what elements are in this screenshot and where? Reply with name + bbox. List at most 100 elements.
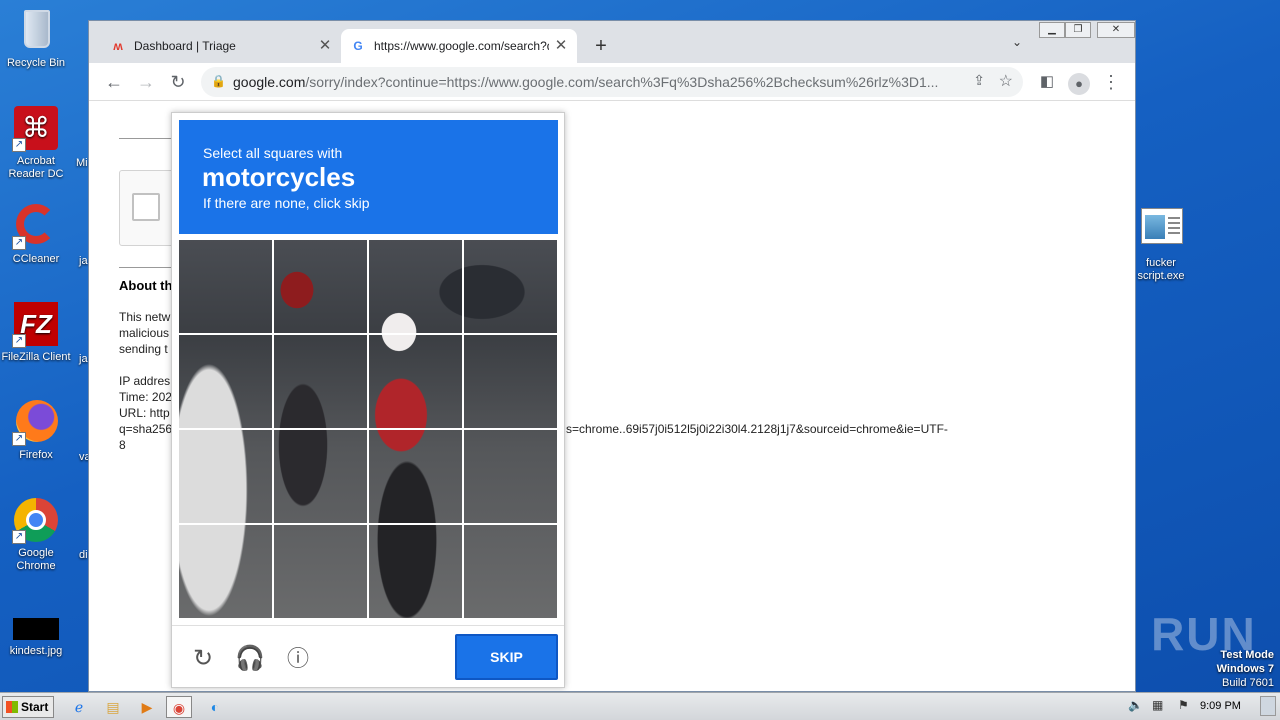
captcha-tile[interactable]	[464, 240, 558, 335]
divider	[119, 267, 171, 268]
url-host: google.com	[233, 74, 306, 90]
menu-kebab-icon[interactable]: ⋮	[1098, 69, 1124, 95]
reload-challenge-icon[interactable]: ↻	[188, 644, 218, 674]
windows-flag-icon	[6, 701, 18, 713]
tab-title: Dashboard | Triage	[134, 39, 236, 53]
captcha-footer: ↻ 🎧 ⓘ SKIP	[172, 625, 564, 687]
captcha-tile[interactable]	[369, 240, 464, 335]
captcha-tile[interactable]	[274, 335, 369, 430]
captcha-tile[interactable]	[464, 430, 558, 525]
captcha-header: Select all squares with motorcycles If t…	[179, 120, 558, 234]
filezilla-icon: FZ ↗	[12, 300, 60, 348]
divider	[119, 138, 171, 139]
recycle-bin-icon	[12, 6, 60, 54]
body-line: This netw	[119, 310, 171, 324]
edge-icon[interactable]: ◐	[202, 696, 228, 718]
file-explorer-icon[interactable]: ▤	[100, 696, 126, 718]
shortcut-arrow-icon: ↗	[12, 236, 26, 250]
captcha-tile[interactable]	[369, 525, 464, 619]
ccleaner-icon: ↗	[12, 202, 60, 250]
captcha-tile[interactable]	[464, 335, 558, 430]
google-icon: G	[353, 39, 363, 53]
body-line: malicious	[119, 326, 170, 340]
desktop-icon-label: kindest.jpg	[9, 645, 63, 657]
browser-toolbar: ← → ↻ 🔒 google.com/sorry/index?continue=…	[89, 63, 1135, 101]
desktop-icon-kindest-jpg[interactable]: kindest.jpg	[0, 614, 72, 658]
restore-button[interactable]: ❐	[1065, 22, 1091, 38]
desktop-icon-label: Google Chrome	[16, 547, 56, 572]
desktop-icon-recycle-bin[interactable]: Recycle Bin	[0, 6, 72, 70]
minimize-button[interactable]: ▁	[1039, 22, 1065, 38]
captcha-image-grid	[179, 240, 558, 619]
captcha-tile[interactable]	[464, 525, 558, 619]
shortcut-arrow-icon: ↗	[12, 432, 26, 446]
action-center-flag-icon[interactable]: ⚑	[1178, 698, 1189, 712]
desktop-icon-firefox[interactable]: ↗ Firefox	[0, 398, 72, 462]
desktop-icon-label: CCleaner	[12, 253, 60, 265]
build-label: Build 7601	[1222, 677, 1274, 689]
test-mode-notice: Test Mode Windows 7 Build 7601	[1217, 648, 1274, 690]
side-panel-icon[interactable]: ◧	[1034, 69, 1060, 95]
captcha-tile[interactable]	[369, 335, 464, 430]
internet-explorer-icon[interactable]: ℯ	[66, 696, 92, 718]
close-tab-icon[interactable]: ✕	[553, 29, 569, 63]
captcha-tile[interactable]	[274, 430, 369, 525]
hidden-icon-label: ja	[79, 353, 88, 365]
audio-challenge-headphones-icon[interactable]: 🎧	[235, 644, 265, 674]
captcha-tile[interactable]	[179, 430, 274, 525]
hidden-icon-label: Mi	[76, 157, 88, 169]
url-text[interactable]: google.com/sorry/index?continue=https://…	[233, 67, 953, 97]
captcha-tile[interactable]	[179, 525, 274, 619]
url-line: 8	[119, 438, 126, 452]
forward-arrow-icon[interactable]: →	[133, 69, 159, 95]
bookmark-star-icon[interactable]: ☆	[999, 71, 1013, 91]
share-icon[interactable]: ⇪	[973, 72, 985, 89]
close-tab-icon[interactable]: ✕	[317, 29, 333, 63]
skip-button[interactable]: SKIP	[455, 634, 558, 680]
reload-icon[interactable]: ↻	[165, 69, 191, 95]
captcha-target: motorcycles	[202, 162, 356, 192]
recaptcha-widget[interactable]	[119, 170, 179, 246]
desktop-icon-filezilla[interactable]: FZ ↗ FileZilla Client	[0, 300, 72, 364]
network-icon[interactable]: ▦	[1152, 698, 1163, 712]
captcha-tile[interactable]	[179, 240, 274, 335]
desktop-icon-acrobat[interactable]: ⌘ ↗ Acrobat Reader DC	[0, 104, 72, 181]
desktop-icon-ccleaner[interactable]: ↗ CCleaner	[0, 202, 72, 266]
address-bar[interactable]: 🔒 google.com/sorry/index?continue=https:…	[201, 67, 1023, 97]
media-player-icon[interactable]: ▶	[134, 696, 160, 718]
captcha-tile[interactable]	[274, 525, 369, 619]
desktop-icon-label: Acrobat Reader DC	[8, 155, 64, 180]
clock[interactable]: 9:09 PM	[1200, 700, 1241, 712]
chrome-taskbar-icon[interactable]: ◉	[166, 696, 192, 718]
shortcut-arrow-icon: ↗	[12, 334, 26, 348]
shortcut-arrow-icon: ↗	[12, 530, 26, 544]
url-line: q=sha256	[119, 422, 173, 436]
new-tab-button[interactable]: +	[589, 35, 613, 59]
close-window-button[interactable]: ✕	[1097, 22, 1135, 38]
captcha-tile[interactable]	[369, 430, 464, 525]
start-button[interactable]: Start	[2, 696, 54, 718]
volume-icon[interactable]: 🔈	[1128, 698, 1143, 712]
info-icon[interactable]: ⓘ	[283, 644, 313, 674]
shortcut-arrow-icon: ↗	[12, 138, 26, 152]
back-arrow-icon[interactable]: ←	[101, 69, 127, 95]
tab-search-chevron-icon[interactable]: ⌄	[1007, 35, 1027, 55]
show-desktop-button[interactable]	[1260, 696, 1276, 716]
profile-avatar-icon[interactable]: ●	[1066, 69, 1092, 95]
page-content: About th This netw malicious sending t I…	[89, 102, 1135, 691]
captcha-tile[interactable]	[179, 335, 274, 430]
lock-icon: 🔒	[211, 74, 226, 88]
desktop-icon-google-chrome[interactable]: ↗ Google Chrome	[0, 496, 72, 573]
captcha-tile[interactable]	[274, 240, 369, 335]
acrobat-icon: ⌘ ↗	[12, 104, 60, 152]
tab-google-search[interactable]: G https://www.google.com/search?q= ✕	[341, 29, 577, 63]
taskbar: Start ℯ ▤ ▶ ◉ ◐ 🔈 ▦ ⚑ 9:09 PM	[0, 692, 1280, 720]
hidden-icon-label: ja	[79, 255, 88, 267]
start-label: Start	[21, 700, 49, 714]
browser-window: ʍ Dashboard | Triage ✕ G https://www.goo…	[88, 20, 1136, 692]
tab-triage-dashboard[interactable]: ʍ Dashboard | Triage ✕	[101, 29, 341, 63]
recaptcha-checkbox[interactable]	[132, 193, 160, 221]
desktop-icon-label: Firefox	[19, 449, 53, 461]
about-heading: About th	[119, 278, 173, 293]
os-version-label: Windows 7	[1216, 663, 1274, 675]
